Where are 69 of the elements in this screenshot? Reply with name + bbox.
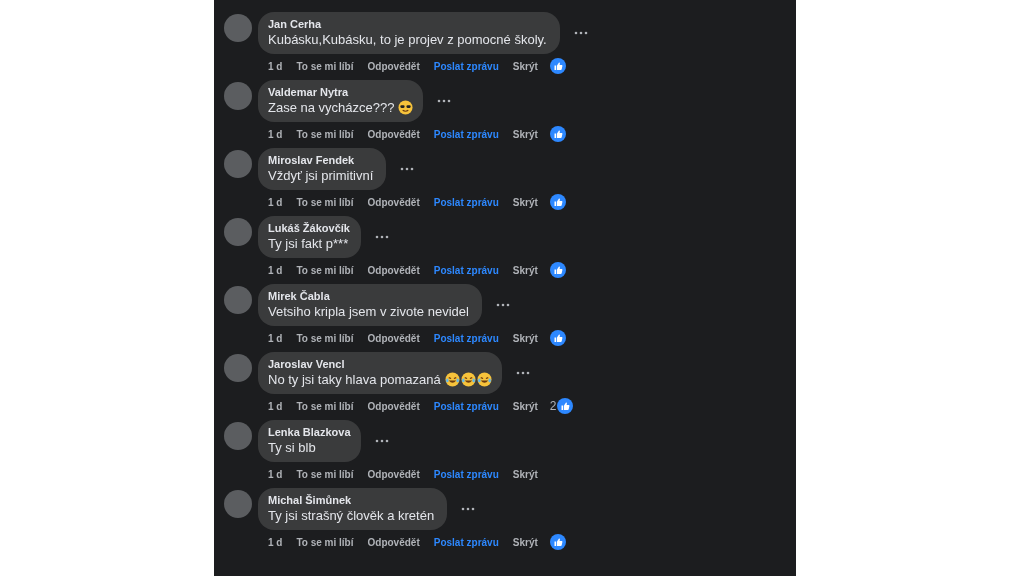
hide-link[interactable]: Skrýt — [512, 400, 538, 412]
like-link[interactable]: To se mi líbí — [296, 60, 354, 72]
comment-time[interactable]: 1 d — [268, 468, 283, 480]
reply-link[interactable]: Odpovědět — [367, 196, 420, 208]
laughing-face-icon — [444, 372, 460, 387]
hide-link[interactable]: Skrýt — [512, 264, 538, 276]
hide-link[interactable]: Skrýt — [512, 128, 538, 140]
comment-time[interactable]: 1 d — [268, 332, 283, 344]
author-name[interactable]: Jaroslav Vencl — [268, 358, 492, 370]
avatar[interactable] — [224, 354, 252, 382]
reply-link[interactable]: Odpovědět — [367, 400, 420, 412]
send-message-link[interactable]: Poslat zprávu — [433, 400, 499, 412]
send-message-link[interactable]: Poslat zprávu — [433, 264, 499, 276]
hide-link[interactable]: Skrýt — [512, 60, 538, 72]
avatar[interactable] — [224, 14, 252, 42]
comment-time[interactable]: 1 d — [268, 536, 283, 548]
comment-time[interactable]: 1 d — [268, 400, 283, 412]
send-message-link[interactable]: Poslat zprávu — [433, 128, 499, 140]
avatar[interactable] — [224, 82, 252, 110]
reply-link[interactable]: Odpovědět — [367, 60, 420, 72]
comment-text: Vetsiho kripla jsem v zivote nevidel — [268, 304, 469, 319]
avatar[interactable] — [224, 422, 252, 450]
cool-face-icon — [398, 100, 414, 115]
author-name[interactable]: Lenka Blazkova — [268, 426, 351, 438]
author-name[interactable]: Michal Šimůnek — [268, 494, 438, 506]
comment-time[interactable]: 1 d — [268, 196, 283, 208]
hide-link[interactable]: Skrýt — [512, 468, 538, 480]
author-name[interactable]: Mirek Čabla — [268, 290, 472, 302]
hide-link[interactable]: Skrýt — [512, 196, 538, 208]
reaction-count: 2 — [549, 399, 557, 413]
author-name[interactable]: Lukáš Žákovčík — [268, 222, 352, 234]
author-name[interactable]: Miroslav Fendek — [268, 154, 377, 166]
hide-link[interactable]: Skrýt — [512, 536, 538, 548]
comment-text: Kubásku,Kubásku, to je projev z pomocné školy. — [268, 32, 547, 47]
like-link[interactable]: To se mi líbí — [296, 264, 354, 276]
comment-time[interactable]: 1 d — [268, 264, 283, 276]
laughing-face-icon — [476, 372, 492, 387]
send-message-link[interactable]: Poslat zprávu — [433, 536, 499, 548]
comment-text: Ty si blb — [268, 440, 316, 455]
like-link[interactable]: To se mi líbí — [296, 332, 354, 344]
laughing-face-icon — [460, 372, 476, 387]
like-link[interactable]: To se mi líbí — [296, 196, 354, 208]
author-name[interactable]: Valdemar Nytra — [268, 86, 414, 98]
reply-link[interactable]: Odpovědět — [367, 468, 420, 480]
send-message-link[interactable]: Poslat zprávu — [433, 60, 499, 72]
reply-link[interactable]: Odpovědět — [367, 264, 420, 276]
comment-text: Ty jsi fakt p*** — [268, 236, 349, 251]
like-link[interactable]: To se mi líbí — [296, 128, 354, 140]
send-message-link[interactable]: Poslat zprávu — [433, 196, 499, 208]
hide-link[interactable]: Skrýt — [512, 332, 538, 344]
avatar[interactable] — [224, 490, 252, 518]
like-link[interactable]: To se mi líbí — [296, 400, 354, 412]
like-link[interactable]: To se mi líbí — [296, 536, 354, 548]
author-name[interactable]: Jan Cerha — [268, 18, 550, 30]
reply-link[interactable]: Odpovědět — [367, 332, 420, 344]
reply-link[interactable]: Odpovědět — [367, 536, 420, 548]
comment-text: Vždyť jsi primitivní — [268, 168, 374, 183]
avatar[interactable] — [224, 150, 252, 178]
send-message-link[interactable]: Poslat zprávu — [433, 468, 499, 480]
like-link[interactable]: To se mi líbí — [296, 468, 354, 480]
avatar[interactable] — [224, 286, 252, 314]
send-message-link[interactable]: Poslat zprávu — [433, 332, 499, 344]
comment-text: Zase na vycházce??? — [268, 100, 395, 115]
comment-time[interactable]: 1 d — [268, 128, 283, 140]
comment-text: Ty jsi strašný člověk a kretén — [268, 508, 435, 523]
comment-text: No ty jsi taky hlava pomazaná — [268, 372, 441, 387]
reply-link[interactable]: Odpovědět — [367, 128, 420, 140]
comment-time[interactable]: 1 d — [268, 60, 283, 72]
avatar[interactable] — [224, 218, 252, 246]
